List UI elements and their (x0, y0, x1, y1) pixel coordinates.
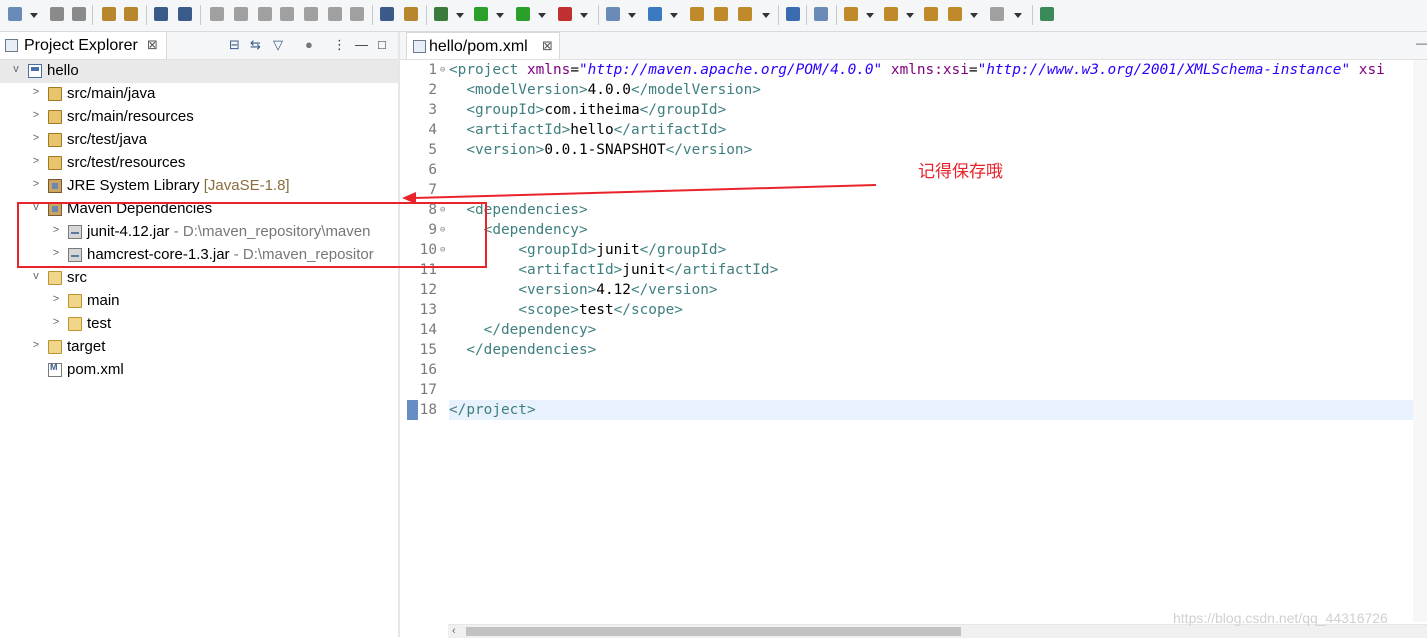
annotation-arrow (402, 184, 877, 204)
